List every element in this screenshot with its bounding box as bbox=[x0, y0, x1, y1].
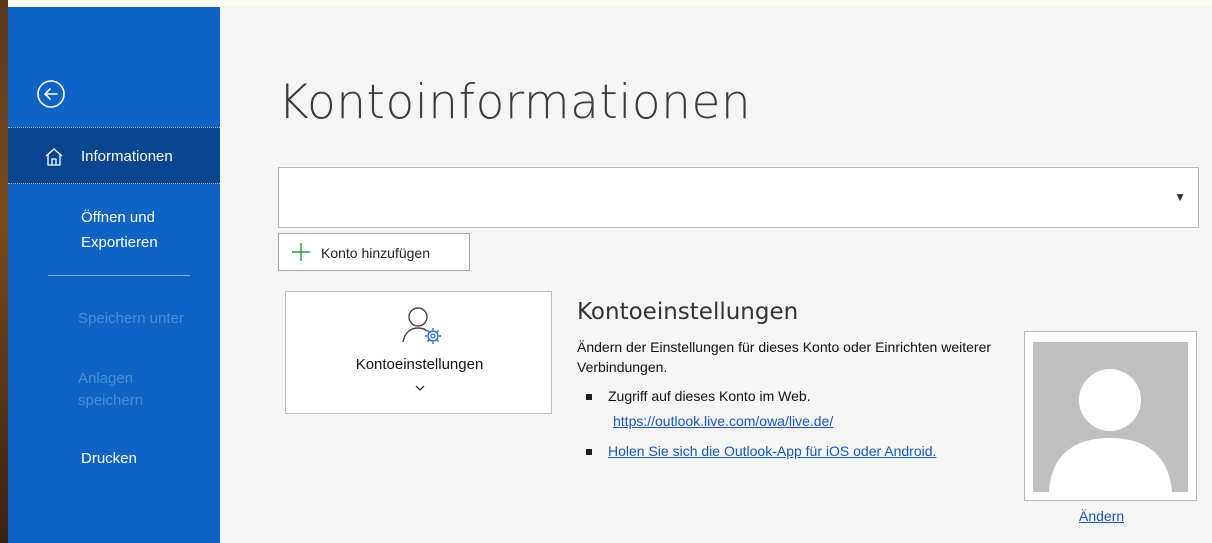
window-top-strip bbox=[8, 0, 1212, 7]
nav-item-label: Öffnen und Exportieren bbox=[81, 209, 158, 251]
backstage-nav: Informationen Öffnen und Exportieren Spe… bbox=[8, 7, 220, 543]
nav-divider bbox=[48, 275, 190, 276]
person-gear-icon bbox=[402, 307, 441, 344]
profile-photo-frame bbox=[1024, 331, 1197, 501]
account-settings-tile-button[interactable]: Kontoeinstellungen bbox=[285, 291, 552, 414]
bullet-icon bbox=[586, 449, 592, 456]
nav-item-label: Anlagen speichern bbox=[78, 370, 144, 409]
nav-item-label: Informationen bbox=[81, 148, 173, 165]
desktop-background-strip bbox=[0, 0, 8, 543]
section-title: Kontoeinstellungen bbox=[577, 299, 799, 325]
nav-item-label: Speichern unter bbox=[78, 310, 184, 327]
nav-item-oeffnen-exportieren[interactable]: Öffnen und Exportieren bbox=[8, 202, 220, 262]
outlook-app-link[interactable]: Holen Sie sich die Outlook-App für iOS o… bbox=[608, 443, 936, 459]
avatar bbox=[1033, 342, 1188, 492]
account-selector-dropdown[interactable]: ▼ bbox=[278, 167, 1199, 228]
bullet-icon bbox=[586, 394, 592, 401]
nav-item-speichern-unter: Speichern unter bbox=[8, 307, 220, 331]
list-item: Holen Sie sich die Outlook-App für iOS o… bbox=[586, 443, 936, 459]
change-photo-link[interactable]: Ändern bbox=[1079, 508, 1124, 524]
nav-item-anlagen-speichern: Anlagen speichern bbox=[8, 365, 220, 415]
chevron-down-icon bbox=[415, 385, 425, 391]
account-info-pane: Kontoinformationen ▼ Konto hinzufügen Ko… bbox=[220, 7, 1212, 543]
bullet-text: Zugriff auf dieses Konto im Web. bbox=[608, 388, 811, 404]
owa-web-link[interactable]: https://outlook.live.com/owa/live.de/ bbox=[613, 413, 833, 429]
nav-item-drucken[interactable]: Drucken bbox=[8, 447, 220, 471]
nav-item-label: Drucken bbox=[81, 450, 137, 467]
back-button[interactable] bbox=[36, 79, 72, 115]
home-icon bbox=[45, 148, 63, 166]
add-account-label: Konto hinzufügen bbox=[321, 245, 430, 261]
back-arrow-circle-icon bbox=[37, 80, 65, 108]
nav-item-informationen[interactable]: Informationen bbox=[8, 127, 220, 184]
person-silhouette-icon bbox=[1033, 342, 1188, 492]
add-account-button[interactable]: Konto hinzufügen bbox=[278, 233, 470, 271]
list-item: Zugriff auf dieses Konto im Web. bbox=[586, 388, 811, 404]
plus-icon bbox=[292, 243, 310, 261]
section-description: Ändern der Einstellungen für dieses Kont… bbox=[577, 339, 992, 375]
account-settings-tile-label: Kontoeinstellungen bbox=[355, 356, 484, 373]
page-title: Kontoinformationen bbox=[278, 75, 752, 130]
dropdown-caret-icon: ▼ bbox=[1174, 190, 1186, 204]
